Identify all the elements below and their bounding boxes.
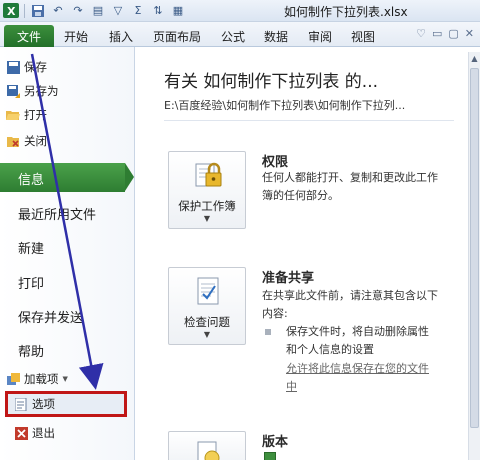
tab-formulas[interactable]: 公式 (221, 28, 245, 45)
chevron-down-icon: ▼ (203, 330, 211, 339)
borders-icon[interactable]: ▦ (169, 2, 187, 19)
close-label: 关闭 (24, 134, 47, 148)
save-as-label: 另存为 (24, 84, 59, 98)
chevron-down-icon: ▼ (203, 214, 211, 223)
document-title: 有关 如何制作下拉列表 的... (164, 72, 379, 92)
help-icon[interactable]: ♡ (416, 27, 426, 40)
bullet-marker (265, 329, 271, 335)
scroll-thumb[interactable] (470, 68, 479, 428)
minimize-icon[interactable]: ▭ (432, 27, 442, 40)
nav-help[interactable]: 帮助 (18, 341, 44, 360)
options-label: 选项 (32, 397, 55, 411)
nav-new[interactable]: 新建 (18, 238, 44, 257)
title-bar: X ↶ ↷ ▤ ▽ Σ ⇅ ▦ 如何制作下拉列表.xlsx (0, 0, 480, 22)
save-as-command[interactable]: 另存为 (6, 81, 59, 101)
tab-file[interactable]: 文件 (4, 25, 54, 47)
addins-icon (6, 372, 20, 386)
protect-workbook-button[interactable]: 保护工作簿 ▼ (168, 151, 246, 229)
nav-recent[interactable]: 最近所用文件 (18, 204, 96, 223)
divider (164, 120, 454, 121)
prepare-sharing-text: 在共享此文件前，请注意其包含以下内容: (262, 289, 438, 320)
exit-command[interactable]: 退出 (14, 423, 55, 443)
addins-label: 加载项 (24, 372, 59, 386)
svg-text:X: X (7, 5, 16, 18)
redo-icon[interactable]: ↷ (69, 2, 87, 19)
chevron-down-icon: ▼ (62, 375, 68, 383)
nav-print[interactable]: 打印 (18, 273, 44, 292)
ribbon-tabs: 文件 开始 插入 页面布局 公式 数据 审阅 视图 ♡ ▭ ▢ ✕ (0, 22, 480, 47)
permissions-heading: 权限 (262, 155, 289, 170)
versions-icon (197, 441, 220, 460)
exit-icon (14, 426, 28, 440)
properties-bullet-text: 保存文件时，将自动删除属性和个人信息的设置 (286, 325, 429, 356)
undo-icon[interactable]: ↶ (49, 2, 67, 19)
vertical-scrollbar[interactable]: ▲ (468, 52, 480, 460)
manage-versions-button[interactable] (168, 431, 246, 460)
close-file-icon (6, 134, 20, 148)
format-icon[interactable]: ▤ (89, 2, 107, 19)
tab-data[interactable]: 数据 (264, 28, 288, 45)
scroll-up-icon[interactable]: ▲ (469, 54, 480, 63)
exit-label: 退出 (32, 426, 55, 440)
quick-access-toolbar: X ↶ ↷ ▤ ▽ Σ ⇅ ▦ (2, 2, 187, 20)
save-label: 保存 (24, 60, 47, 74)
tab-review[interactable]: 审阅 (308, 28, 332, 45)
save-command[interactable]: 保存 (6, 57, 47, 77)
sort-icon[interactable]: ⇅ (149, 2, 167, 19)
version-entry-icon (264, 452, 276, 460)
save-icon[interactable] (29, 2, 47, 19)
versions-heading: 版本 (262, 435, 289, 450)
lock-icon (195, 162, 222, 187)
prepare-sharing-heading: 准备共享 (262, 271, 315, 286)
permissions-text: 任何人都能打开、复制和更改此工作簿的任何部分。 (262, 171, 438, 202)
open-folder-icon (6, 108, 20, 122)
info-pane: 有关 如何制作下拉列表 的... E:\百度经验\如何制作下拉列表\如何制作下拉… (136, 47, 480, 460)
document-path: E:\百度经验\如何制作下拉列表\如何制作下拉列... (164, 99, 406, 112)
tab-home[interactable]: 开始 (64, 28, 88, 45)
window-title: 如何制作下拉列表.xlsx (284, 5, 408, 19)
restore-icon[interactable]: ▢ (448, 27, 458, 40)
allow-save-info-link[interactable]: 允许将此信息保存在您的文件中 (286, 360, 436, 396)
nav-info[interactable]: 信息 (0, 163, 134, 192)
options-command[interactable]: 选项 (14, 394, 55, 414)
check-document-icon (197, 277, 219, 305)
close-icon[interactable]: ✕ (465, 27, 474, 40)
filter-icon[interactable]: ▽ (109, 2, 127, 19)
options-icon (14, 397, 28, 411)
close-command[interactable]: 关闭 (6, 131, 47, 151)
nav-save-send[interactable]: 保存并发送 (18, 307, 83, 326)
tab-page-layout[interactable]: 页面布局 (153, 28, 201, 45)
open-command[interactable]: 打开 (6, 105, 47, 125)
save-as-icon (6, 84, 20, 98)
addins-command[interactable]: 加载项 ▼ (6, 369, 68, 389)
open-label: 打开 (24, 108, 47, 122)
excel-icon[interactable]: X (2, 2, 20, 19)
tab-insert[interactable]: 插入 (109, 28, 133, 45)
tab-view[interactable]: 视图 (351, 28, 375, 45)
backstage-nav: 保存 另存为 打开 关闭 信息 最近所用文件 新建 打印 保存并发送 帮助 加载… (0, 47, 135, 460)
check-for-issues-button[interactable]: 检查问题 ▼ (168, 267, 246, 345)
autosum-icon[interactable]: Σ (129, 2, 147, 19)
save-icon (6, 60, 20, 74)
